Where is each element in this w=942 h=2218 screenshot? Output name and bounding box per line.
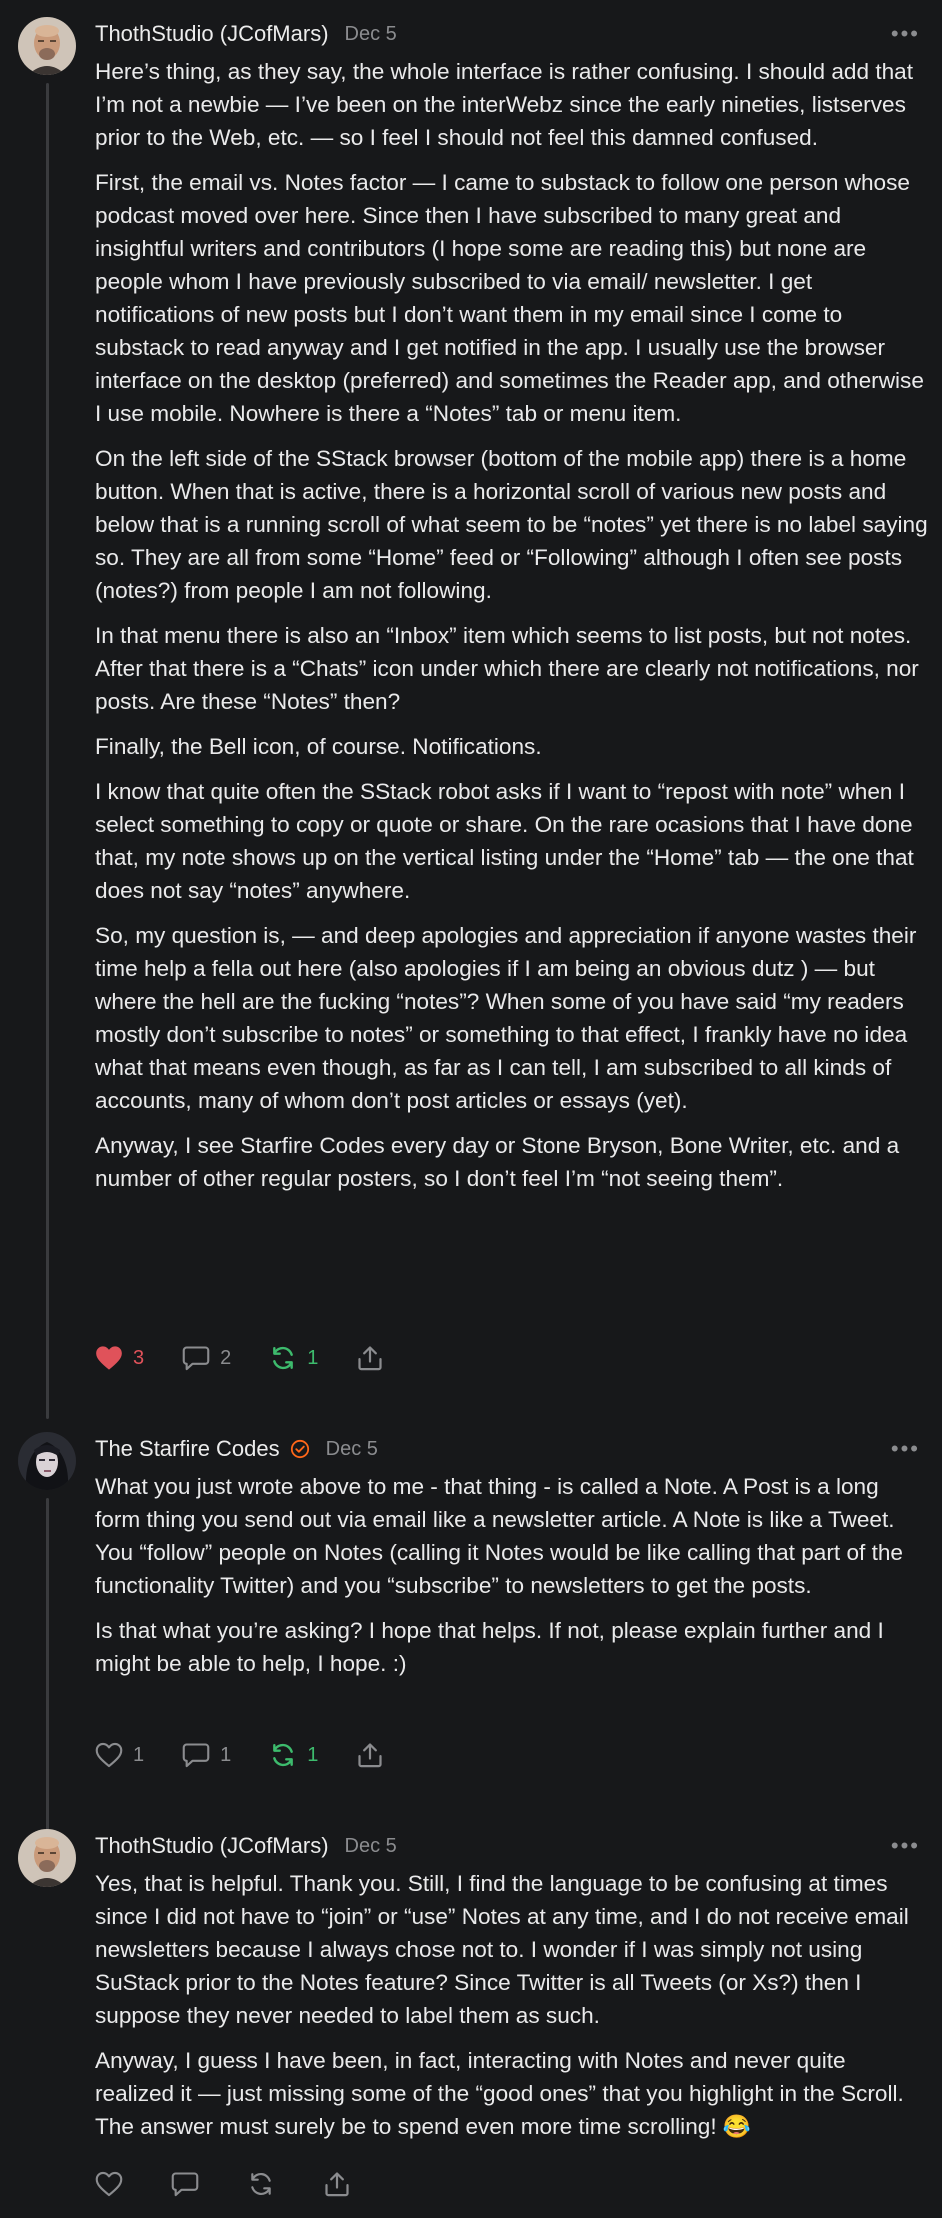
comment-button[interactable]: 1 — [182, 1742, 231, 1768]
author-name[interactable]: The Starfire Codes — [95, 1436, 280, 1462]
like-count: 3 — [133, 1346, 145, 1369]
note-date[interactable]: Dec 5 — [326, 1438, 378, 1461]
share-button[interactable] — [323, 2170, 351, 2198]
paragraph: Anyway, I see Starfire Codes every day o… — [95, 1133, 900, 1191]
avatar[interactable] — [18, 1829, 76, 1887]
comment-icon — [171, 2172, 199, 2197]
note-header: The Starfire Codes Dec 5 ••• — [95, 1434, 920, 1464]
restack-icon — [251, 2172, 271, 2196]
verified-badge-icon — [290, 1439, 309, 1459]
note-date[interactable]: Dec 5 — [345, 23, 397, 46]
note-body: Yes, that is helpful. Thank you. Still, … — [95, 1867, 928, 2155]
comment-button[interactable]: 2 — [182, 1345, 231, 1371]
restack-icon — [273, 1743, 294, 1767]
share-button[interactable] — [356, 1741, 384, 1769]
like-button[interactable]: 1 — [95, 1742, 144, 1768]
heart-icon — [95, 2171, 123, 2197]
more-horizontal-icon[interactable]: ••• — [891, 1831, 920, 1861]
comment-count: 1 — [220, 1743, 232, 1766]
restack-count: 1 — [307, 1743, 319, 1766]
note-actions — [95, 2166, 389, 2202]
comment-button[interactable] — [171, 2171, 209, 2197]
paragraph: In that menu there is also an “Inbox” it… — [95, 623, 919, 714]
comment-icon — [182, 1346, 210, 1371]
thread-line — [46, 1498, 49, 1870]
paragraph: On the left side of the SStack browser (… — [95, 446, 928, 603]
avatar[interactable] — [18, 1432, 76, 1490]
note-body: What you just wrote above to me - that t… — [95, 1470, 928, 1692]
note-header: ThothStudio (JCofMars) Dec 5 ••• — [95, 1831, 920, 1861]
like-button[interactable]: 3 — [95, 1345, 144, 1371]
note-body: Here’s thing, as they say, the whole int… — [95, 55, 928, 1207]
note-actions: 1 1 1 — [95, 1737, 422, 1773]
share-icon — [358, 1346, 382, 1371]
paragraph: First, the email vs. Notes factor — I ca… — [95, 170, 924, 426]
restack-icon — [273, 1346, 294, 1370]
paragraph: What you just wrote above to me - that t… — [95, 1474, 903, 1598]
note-header: ThothStudio (JCofMars) Dec 5 ••• — [95, 19, 920, 49]
paragraph: I know that quite often the SStack robot… — [95, 779, 914, 903]
like-count: 1 — [133, 1743, 145, 1766]
comment-count: 2 — [220, 1346, 232, 1369]
author-name[interactable]: ThothStudio (JCofMars) — [95, 1833, 329, 1859]
more-horizontal-icon[interactable]: ••• — [891, 19, 920, 49]
share-icon — [325, 2172, 349, 2197]
paragraph: Finally, the Bell icon, of course. Notif… — [95, 734, 542, 759]
note-actions: 3 2 1 — [95, 1340, 422, 1376]
paragraph: Here’s thing, as they say, the whole int… — [95, 59, 914, 150]
paragraph: So, my question is, — and deep apologies… — [95, 923, 917, 1113]
restack-button[interactable]: 1 — [269, 1742, 318, 1768]
share-icon — [358, 1743, 382, 1768]
avatar[interactable] — [18, 17, 76, 75]
note-date[interactable]: Dec 5 — [345, 1835, 397, 1858]
paragraph: Anyway, I guess I have been, in fact, in… — [95, 2048, 904, 2139]
author-name[interactable]: ThothStudio (JCofMars) — [95, 21, 329, 47]
heart-icon — [95, 1742, 123, 1768]
restack-count: 1 — [307, 1346, 319, 1369]
thread-line — [46, 83, 49, 1419]
more-horizontal-icon[interactable]: ••• — [891, 1434, 920, 1464]
paragraph: Yes, that is helpful. Thank you. Still, … — [95, 1871, 909, 2028]
like-button[interactable] — [95, 2171, 133, 2197]
share-button[interactable] — [356, 1344, 384, 1372]
paragraph: Is that what you’re asking? I hope that … — [95, 1618, 884, 1676]
comment-icon — [182, 1743, 210, 1768]
heart-icon — [96, 1346, 122, 1370]
restack-button[interactable]: 1 — [269, 1345, 318, 1371]
restack-button[interactable] — [247, 2171, 285, 2197]
